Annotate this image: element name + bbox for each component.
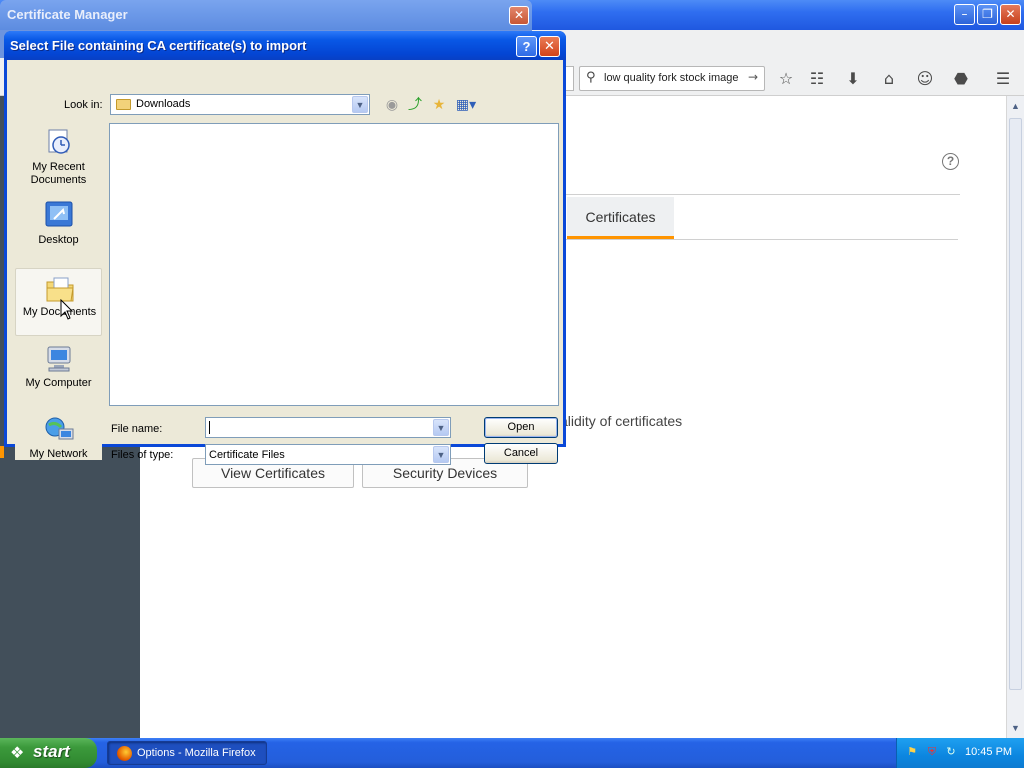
look-in-dropdown[interactable]: Downloads ▼ [110, 94, 370, 115]
folder-icon [116, 99, 131, 110]
taskbar-item-label: Options - Mozilla Firefox [137, 747, 256, 759]
home-icon[interactable]: ⌂ [878, 68, 900, 90]
firefox-close-button[interactable]: ✕ [1000, 4, 1021, 25]
update-tray-icon[interactable]: ↻ [944, 745, 958, 759]
search-input[interactable]: ⚲ low quality fork stock image → [579, 66, 765, 91]
file-name-field[interactable]: ▼ [205, 417, 451, 438]
divider [566, 194, 960, 195]
security-alert-icon[interactable]: ⛨ [925, 745, 939, 759]
place-label: My Computer [25, 377, 92, 389]
divider [566, 239, 958, 240]
system-tray: ⚑ ⛨ ↻ 10:45 PM [896, 738, 1024, 768]
pocket-icon[interactable]: ⬣ [950, 68, 972, 90]
download-icon[interactable]: ⬇ [842, 68, 864, 90]
scrollbar-thumb[interactable] [1009, 118, 1022, 690]
files-of-type-value: Certificate Files [209, 449, 285, 461]
chevron-down-icon[interactable]: ▼ [352, 96, 368, 113]
certificate-manager-titlebar: Certificate Manager ✕ [0, 0, 532, 30]
place-my-recent-documents[interactable]: My Recent Documents [15, 126, 102, 194]
place-label: My Network [29, 448, 88, 460]
look-in-label: Look in: [64, 99, 103, 111]
open-button[interactable]: Open [484, 417, 558, 438]
star-icon[interactable]: ☆ [775, 68, 797, 90]
search-icon: ⚲ [586, 70, 596, 85]
my-network-icon [45, 417, 74, 440]
place-my-documents[interactable]: My Documents [15, 268, 102, 336]
places-bar: My Recent Documents Desktop My Documents [15, 122, 102, 460]
dialog-close-button[interactable]: ✕ [539, 36, 560, 57]
dialog-client: Look in: Downloads ▼ ◉ ⤴ ★ ▦▾ My Recent … [7, 60, 563, 465]
network-tray-icon[interactable]: ⚑ [905, 745, 919, 759]
dialog-titlebar[interactable]: Select File containing CA certificate(s)… [4, 31, 566, 60]
taskbar-item-firefox[interactable]: Options - Mozilla Firefox [107, 741, 267, 765]
file-name-label: File name: [111, 423, 163, 435]
scroll-down-icon[interactable]: ▼ [1009, 721, 1022, 735]
file-dialog: Select File containing CA certificate(s)… [4, 31, 566, 465]
place-desktop[interactable]: Desktop [15, 200, 102, 268]
text-caret [209, 421, 210, 434]
scrollbar[interactable]: ▲ ▼ [1006, 96, 1024, 738]
look-in-value: Downloads [136, 98, 191, 110]
recent-documents-icon [48, 129, 70, 154]
search-go-icon[interactable]: → [748, 70, 758, 84]
desktop-icon [45, 201, 73, 227]
file-list[interactable] [109, 123, 559, 406]
taskbar: ❖ start Options - Mozilla Firefox ⚑ ⛨ ↻ … [0, 738, 1024, 768]
cancel-button[interactable]: Cancel [484, 443, 558, 464]
place-my-network[interactable]: My Network [15, 413, 102, 481]
files-of-type-dropdown[interactable]: Certificate Files ▼ [205, 444, 451, 465]
certificate-manager-title: Certificate Manager [7, 7, 128, 22]
new-folder-icon[interactable]: ★ [430, 96, 448, 114]
firefox-icon [117, 746, 132, 761]
view-menu-icon[interactable]: ▦▾ [454, 96, 478, 114]
my-computer-icon [47, 346, 71, 372]
dialog-help-button[interactable]: ? [516, 36, 537, 57]
place-label: Desktop [38, 234, 79, 246]
menu-icon[interactable]: ☰ [992, 68, 1014, 90]
files-of-type-label: Files of type: [111, 449, 174, 461]
place-label: My Recent Documents [30, 161, 87, 186]
certificate-manager-close-button[interactable]: ✕ [509, 6, 529, 25]
start-label: start [33, 742, 70, 761]
validity-text: alidity of certificates [560, 413, 683, 429]
dialog-title: Select File containing CA certificate(s)… [10, 38, 307, 53]
mouse-cursor-icon [60, 299, 74, 320]
clock: 10:45 PM [965, 746, 1013, 758]
scroll-up-icon[interactable]: ▲ [1009, 99, 1022, 113]
chevron-down-icon[interactable]: ▼ [433, 446, 449, 463]
tab-certificates[interactable]: Certificates [567, 197, 674, 239]
start-button[interactable]: ❖ start [0, 738, 97, 768]
smiley-icon[interactable]: ☺ [914, 68, 936, 90]
help-icon[interactable]: ? [942, 153, 959, 170]
chevron-down-icon[interactable]: ▼ [433, 419, 449, 436]
place-my-computer[interactable]: My Computer [15, 342, 102, 410]
minimize-button[interactable]: – [954, 4, 975, 25]
search-query: low quality fork stock image [604, 72, 739, 84]
reading-list-icon[interactable]: ☷ [806, 68, 828, 90]
sidebar-selected-accent [0, 446, 4, 458]
windows-logo-icon: ❖ [10, 743, 25, 762]
up-folder-icon[interactable]: ⤴ [406, 96, 424, 114]
back-icon[interactable]: ◉ [383, 96, 401, 114]
restore-button[interactable]: ❐ [977, 4, 998, 25]
